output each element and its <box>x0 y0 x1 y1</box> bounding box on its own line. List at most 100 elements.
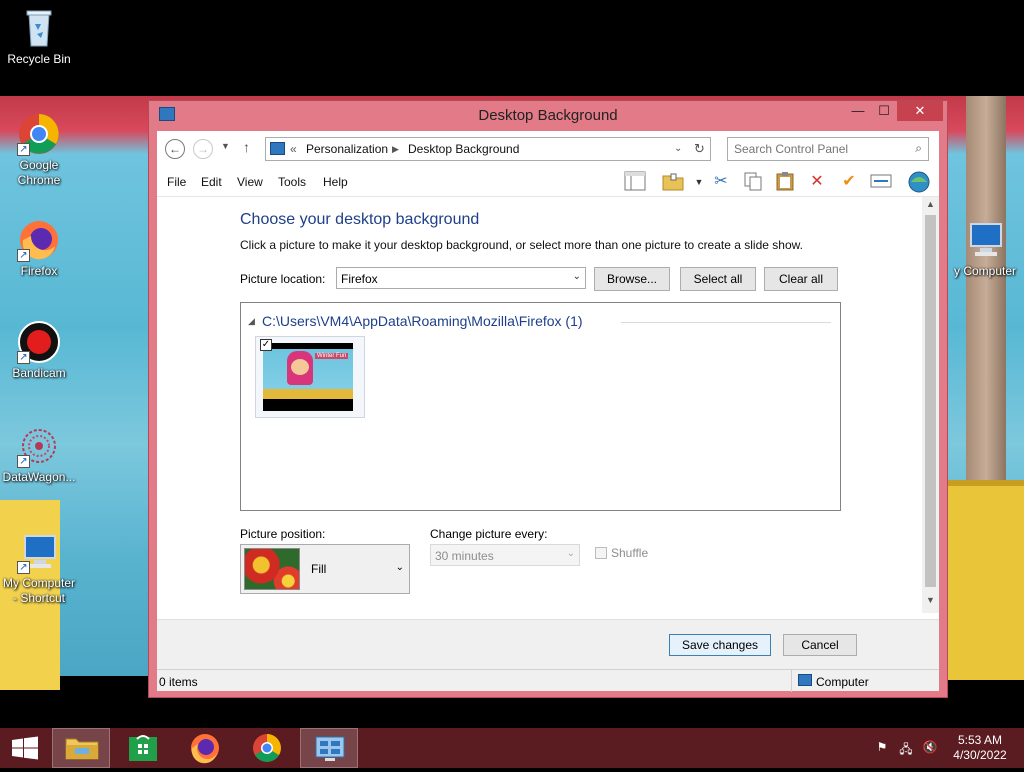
search-box[interactable]: ⌕ <box>727 137 929 161</box>
save-changes-button[interactable]: Save changes <box>669 634 771 656</box>
action-center-flag-icon[interactable]: ⚑ <box>874 740 890 756</box>
minimize-button[interactable]: — <box>845 101 871 121</box>
desktop-icon-label: Firefox <box>20 264 58 278</box>
wallpaper-yellow-right <box>944 480 1024 680</box>
layout-icon[interactable] <box>623 171 647 193</box>
computer-icon <box>798 674 812 686</box>
desktop-icon-recycle-bin[interactable]: Recycle Bin <box>0 6 78 67</box>
breadcrumb-overflow[interactable]: « <box>290 142 297 156</box>
shortcut-arrow-icon: ↗ <box>17 351 30 364</box>
desktop-icon-chrome[interactable]: ↗ Google Chrome <box>0 112 78 188</box>
shortcut-arrow-icon: ↗ <box>17 249 30 262</box>
scroll-up-icon[interactable]: ▲ <box>922 199 939 213</box>
check-icon[interactable]: ✔ <box>837 171 861 193</box>
taskbar-chrome[interactable] <box>238 728 296 768</box>
status-bar: 0 items Computer <box>157 669 939 692</box>
menu-bar: File Edit View Tools Help ▼ ✂ ✕ ✔ <box>157 167 939 197</box>
desktop-icon-label: Google Chrome <box>17 158 61 187</box>
cancel-button[interactable]: Cancel <box>783 634 857 656</box>
page-title: Choose your desktop background <box>240 211 480 228</box>
picture-location-value: Firefox <box>341 272 378 286</box>
chevron-down-icon: ⌄ <box>566 548 575 559</box>
folder-icon[interactable] <box>661 171 685 193</box>
address-bar[interactable]: « Personalization ▶ Desktop Background ⌄… <box>265 137 711 161</box>
taskbar-firefox[interactable] <box>176 728 234 768</box>
close-button[interactable]: ✕ <box>897 101 943 121</box>
taskbar-file-explorer[interactable] <box>52 728 110 768</box>
scrollbar-thumb[interactable] <box>925 215 936 587</box>
forward-button[interactable]: → <box>193 139 213 159</box>
shuffle-checkbox[interactable]: Shuffle <box>595 546 648 560</box>
menu-tools[interactable]: Tools <box>278 175 306 189</box>
search-icon[interactable]: ⌕ <box>915 141 922 156</box>
firefox-icon <box>191 734 219 764</box>
select-all-button[interactable]: Select all <box>680 267 756 291</box>
menu-file[interactable]: File <box>167 175 186 189</box>
breadcrumb-separator-icon: ▶ <box>392 144 399 154</box>
collapse-group-icon[interactable]: ◢ <box>248 316 255 327</box>
desktop-icon-label: My Computer - Shortcut <box>2 576 76 605</box>
window-client: ← → ▼ ↑ « Personalization ▶ Desktop Back… <box>157 131 939 692</box>
shortcut-arrow-icon: ↗ <box>17 455 30 468</box>
properties-icon[interactable] <box>869 171 893 193</box>
firefox-icon: ↗ <box>17 218 61 262</box>
address-dropdown-icon[interactable]: ⌄ <box>674 143 682 154</box>
desktop-icon-my-computer[interactable]: y Computer <box>946 218 1024 279</box>
copy-icon[interactable] <box>741 171 765 193</box>
page-description: Click a picture to make it your desktop … <box>240 238 803 252</box>
desktop-icon-label: DataWagon... <box>2 470 76 484</box>
shortcut-arrow-icon: ↗ <box>17 561 30 574</box>
delete-icon[interactable]: ✕ <box>805 171 829 193</box>
breadcrumb-personalization[interactable]: Personalization <box>306 142 388 156</box>
dialog-footer: Save changes Cancel <box>157 619 939 669</box>
up-arrow-icon[interactable]: ↑ <box>243 139 250 155</box>
refresh-icon[interactable]: ↻ <box>694 141 705 157</box>
taskbar-store[interactable] <box>114 728 172 768</box>
volume-muted-icon[interactable]: 🔇 <box>922 740 938 756</box>
shuffle-label: Shuffle <box>611 546 649 560</box>
scroll-down-icon[interactable]: ▼ <box>922 595 939 609</box>
picture-location-select[interactable]: Firefox ⌄ <box>336 267 586 289</box>
back-button[interactable]: ← <box>165 139 185 159</box>
breadcrumb-desktop-background[interactable]: Desktop Background <box>408 142 519 156</box>
desktop-icon-datawagon[interactable]: ↗ DataWagon... <box>0 424 78 485</box>
store-icon <box>129 735 157 761</box>
maximize-button[interactable]: ☐ <box>871 101 897 121</box>
folder-group-header[interactable]: C:\Users\VM4\AppData\Roaming\Mozilla\Fir… <box>262 313 583 329</box>
picture-position-select[interactable]: Fill ⌄ <box>240 544 410 594</box>
browse-button[interactable]: Browse... <box>594 267 670 291</box>
flower-preview-image <box>244 548 300 590</box>
taskbar-control-panel[interactable] <box>300 728 358 768</box>
picture-thumbnail[interactable]: Winter Fun ✓ <box>255 336 365 418</box>
thumbnail-checkbox[interactable]: ✓ <box>260 339 272 351</box>
clock-date: 4/30/2022 <box>953 748 1007 762</box>
folder-dropdown-icon[interactable]: ▼ <box>687 171 711 193</box>
desktop-icon-bandicam[interactable]: ↗ Bandicam <box>0 320 78 381</box>
recent-pages-chevron-icon[interactable]: ▼ <box>221 141 230 151</box>
clear-all-button[interactable]: Clear all <box>764 267 838 291</box>
status-location-label: Computer <box>816 675 869 689</box>
checkbox-box[interactable] <box>595 547 607 559</box>
status-location: Computer <box>791 670 939 692</box>
desktop-icon-firefox[interactable]: ↗ Firefox <box>0 218 78 279</box>
menu-help[interactable]: Help <box>323 175 348 189</box>
chrome-icon <box>253 734 281 762</box>
title-bar[interactable]: Desktop Background — ☐ ✕ <box>149 101 947 131</box>
start-button[interactable] <box>0 728 50 768</box>
menu-view[interactable]: View <box>237 175 263 189</box>
vertical-scrollbar[interactable]: ▲ ▼ <box>922 197 939 613</box>
network-icon[interactable]: 🖧 <box>898 740 914 756</box>
file-explorer-icon <box>65 738 99 760</box>
menu-edit[interactable]: Edit <box>201 175 222 189</box>
change-picture-interval-select[interactable]: 30 minutes ⌄ <box>430 544 580 566</box>
system-clock[interactable]: 5:53 AM 4/30/2022 <box>944 733 1016 763</box>
desktop-icon-my-computer-shortcut[interactable]: ↗ My Computer - Shortcut <box>0 530 78 606</box>
desktop-icon-label: Bandicam <box>12 366 66 380</box>
control-panel-icon <box>315 736 345 761</box>
search-input[interactable] <box>734 141 904 157</box>
control-panel-icon <box>270 142 285 155</box>
cut-icon[interactable]: ✂ <box>709 171 733 193</box>
window-title: Desktop Background <box>478 107 618 124</box>
globe-icon[interactable] <box>907 171 931 193</box>
paste-icon[interactable] <box>773 171 797 193</box>
